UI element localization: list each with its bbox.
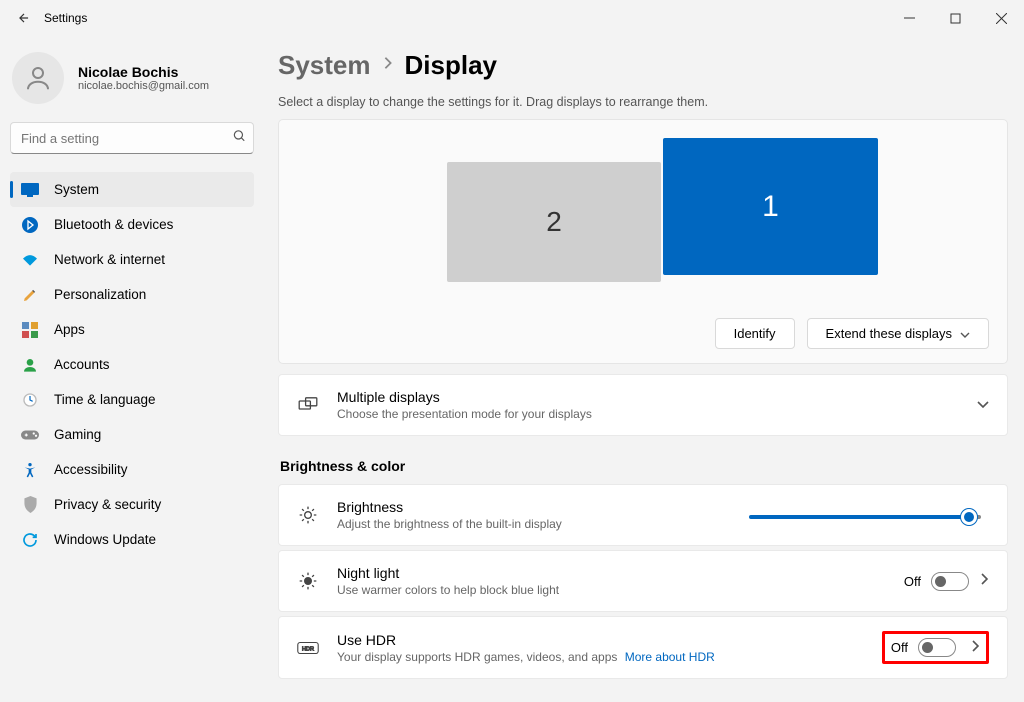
shield-icon [20, 495, 40, 515]
hdr-icon: HDR [297, 641, 319, 655]
wifi-icon [20, 250, 40, 270]
avatar [12, 52, 64, 104]
breadcrumb-current: Display [405, 50, 498, 81]
section-brightness-color: Brightness & color [280, 458, 1008, 474]
hdr-toggle[interactable] [918, 638, 956, 657]
hdr-more-link[interactable]: More about HDR [625, 650, 715, 664]
brightness-row: Brightness Adjust the brightness of the … [278, 484, 1008, 546]
chevron-right-icon [972, 639, 980, 657]
sidebar-item-accessibility[interactable]: Accessibility [10, 452, 254, 487]
nav-label: Bluetooth & devices [54, 217, 173, 232]
row-sub: Use warmer colors to help block blue lig… [337, 583, 904, 597]
breadcrumb: System Display [278, 50, 1008, 81]
back-button[interactable] [8, 2, 40, 34]
nav-label: Personalization [54, 287, 146, 302]
nav-label: Gaming [54, 427, 101, 442]
multiple-displays-icon [297, 397, 319, 413]
accessibility-icon [20, 460, 40, 480]
nav-label: Network & internet [54, 252, 165, 267]
brightness-slider[interactable] [749, 515, 981, 519]
night-light-icon [297, 571, 319, 591]
sidebar-item-bluetooth[interactable]: Bluetooth & devices [10, 207, 254, 242]
accounts-icon [20, 355, 40, 375]
extend-label: Extend these displays [826, 326, 952, 341]
user-email: nicolae.bochis@gmail.com [78, 80, 209, 92]
brightness-icon [297, 505, 319, 525]
sidebar-item-accounts[interactable]: Accounts [10, 347, 254, 382]
main-content: System Display Select a display to chang… [264, 36, 1024, 702]
nav-label: System [54, 182, 99, 197]
window-controls [886, 0, 1024, 36]
row-title: Multiple displays [337, 389, 965, 405]
brush-icon [20, 285, 40, 305]
night-light-toggle[interactable] [931, 572, 969, 591]
extend-dropdown[interactable]: Extend these displays [807, 318, 989, 349]
titlebar: Settings [0, 0, 1024, 36]
search-input[interactable] [10, 122, 254, 154]
nav-label: Apps [54, 322, 85, 337]
monitor-canvas[interactable]: 2 1 [297, 138, 989, 308]
bluetooth-icon [20, 215, 40, 235]
row-sub: Choose the presentation mode for your di… [337, 407, 965, 421]
row-sub: Your display supports HDR games, videos,… [337, 650, 882, 664]
identify-button[interactable]: Identify [715, 318, 795, 349]
gaming-icon [20, 425, 40, 445]
multiple-displays-row[interactable]: Multiple displays Choose the presentatio… [278, 374, 1008, 436]
row-title: Use HDR [337, 632, 882, 648]
nav-label: Accounts [54, 357, 110, 372]
search-icon [232, 129, 246, 148]
sidebar-item-system[interactable]: System [10, 172, 254, 207]
update-icon [20, 530, 40, 550]
breadcrumb-parent[interactable]: System [278, 50, 371, 81]
page-subtitle: Select a display to change the settings … [278, 95, 1008, 109]
close-button[interactable] [978, 0, 1024, 36]
monitor-1[interactable]: 1 [663, 138, 878, 275]
chevron-down-icon [960, 326, 970, 341]
sidebar-item-privacy[interactable]: Privacy & security [10, 487, 254, 522]
sidebar-item-apps[interactable]: Apps [10, 312, 254, 347]
chevron-down-icon [977, 396, 989, 414]
sidebar-item-network[interactable]: Network & internet [10, 242, 254, 277]
apps-icon [20, 320, 40, 340]
night-light-row[interactable]: Night light Use warmer colors to help bl… [278, 550, 1008, 612]
svg-text:HDR: HDR [302, 646, 314, 652]
monitor-2[interactable]: 2 [447, 162, 661, 282]
sidebar-item-personalization[interactable]: Personalization [10, 277, 254, 312]
minimize-button[interactable] [886, 0, 932, 36]
toggle-state: Off [891, 640, 908, 655]
maximize-button[interactable] [932, 0, 978, 36]
nav-label: Privacy & security [54, 497, 161, 512]
row-title: Night light [337, 565, 904, 581]
chevron-right-icon [383, 56, 393, 75]
sidebar-item-gaming[interactable]: Gaming [10, 417, 254, 452]
nav-label: Time & language [54, 392, 156, 407]
display-arrangement-box: 2 1 Identify Extend these displays [278, 119, 1008, 364]
system-icon [20, 180, 40, 200]
window-title: Settings [44, 11, 87, 25]
chevron-right-icon [981, 572, 989, 590]
sidebar: Nicolae Bochis nicolae.bochis@gmail.com … [0, 36, 264, 702]
nav-label: Windows Update [54, 532, 156, 547]
user-name: Nicolae Bochis [78, 64, 209, 80]
row-title: Brightness [337, 499, 749, 515]
clock-icon [20, 390, 40, 410]
hdr-row[interactable]: HDR Use HDR Your display supports HDR ga… [278, 616, 1008, 679]
row-sub: Adjust the brightness of the built-in di… [337, 517, 749, 531]
sidebar-item-update[interactable]: Windows Update [10, 522, 254, 557]
user-profile[interactable]: Nicolae Bochis nicolae.bochis@gmail.com [10, 46, 254, 122]
sidebar-item-time[interactable]: Time & language [10, 382, 254, 417]
highlight-box: Off [882, 631, 989, 664]
nav-label: Accessibility [54, 462, 128, 477]
toggle-state: Off [904, 574, 921, 589]
